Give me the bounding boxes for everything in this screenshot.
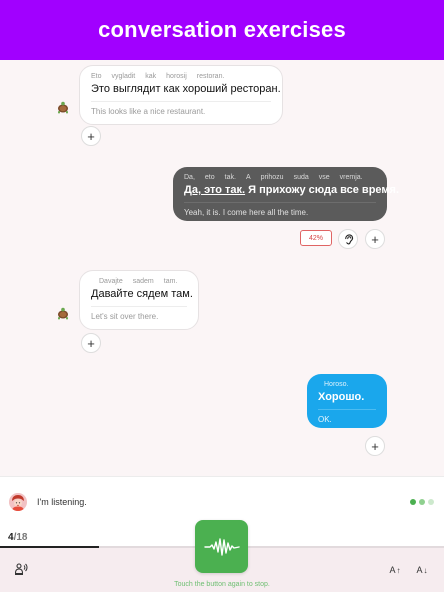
- ear-icon: [344, 233, 353, 244]
- transliteration-row: Horoso.: [318, 381, 376, 388]
- indicator-dot: [410, 499, 416, 505]
- russian-text: Это выглядит как хороший ресторан.: [91, 83, 281, 95]
- russian-phrase: Давайте сядем там.: [91, 288, 193, 300]
- transliteration-row: Da, eto tak. A prihozu suda vse vremja.: [184, 174, 376, 181]
- plus-icon: +: [87, 335, 95, 351]
- plus-icon: +: [371, 231, 379, 247]
- add-phrase-button[interactable]: +: [365, 436, 385, 456]
- translit-word: prihozu: [260, 174, 284, 181]
- speaker-settings-button[interactable]: [13, 561, 29, 577]
- russian-text: Да, это так. Я прихожу сюда все время.: [184, 184, 399, 196]
- russian-phrase: Это выглядит как хороший ресторан.: [91, 83, 281, 95]
- plus-icon: +: [87, 128, 95, 144]
- english-translation: Yeah, it is. I come here all the time.: [184, 208, 309, 217]
- font-increase-button[interactable]: A ↑: [386, 563, 404, 577]
- russian-text: Давайте сядем там.: [91, 288, 193, 300]
- progress-counter: 4/18: [8, 532, 27, 543]
- listening-status-text: I'm listening.: [37, 497, 87, 507]
- divider: [318, 409, 376, 410]
- indicator-dot: [428, 499, 434, 505]
- divider: [91, 101, 271, 102]
- plus-icon: +: [371, 438, 379, 454]
- add-phrase-button[interactable]: +: [365, 229, 385, 249]
- listen-button[interactable]: [338, 229, 358, 249]
- translit-word: restoran.: [196, 73, 225, 80]
- translit-word: tak.: [224, 174, 236, 181]
- translit-word: sadem: [132, 278, 154, 285]
- message-bubble-1[interactable]: Eto vygladit kak horosij restoran. Это в…: [79, 65, 283, 125]
- translit-word: eto: [204, 174, 215, 181]
- translit-word: vremja.: [339, 174, 363, 181]
- translit-word: suda: [293, 174, 309, 181]
- message-bubble-2[interactable]: Da, eto tak. A prihozu suda vse vremja. …: [173, 167, 399, 221]
- transliteration-row: Eto vygladit kak horosij restoran.: [91, 73, 271, 80]
- translit-word: A: [245, 174, 251, 181]
- translit-word: tam.: [163, 278, 178, 285]
- font-increase-icon: ↑: [396, 565, 401, 575]
- speaker-settings-icon: [14, 563, 28, 575]
- divider: [184, 202, 376, 203]
- english-translation: OK.: [318, 415, 332, 424]
- font-decrease-button[interactable]: A ↓: [413, 563, 431, 577]
- add-phrase-button[interactable]: +: [81, 126, 101, 146]
- translit-word: vse: [318, 174, 330, 181]
- translit-word: kak: [145, 73, 157, 80]
- font-decrease-icon: ↓: [423, 565, 428, 575]
- divider: [91, 306, 187, 307]
- translit-word: Horoso.: [324, 381, 349, 388]
- russian-phrase: Я прихожу сюда все время.: [245, 184, 399, 196]
- message-bubble-4[interactable]: Horoso. Хорошо. OK.: [307, 374, 387, 428]
- chat-area[interactable]: Eto vygladit kak horosij restoran. Это в…: [0, 60, 444, 476]
- progress-total: /18: [13, 532, 28, 543]
- translit-word: vygladit: [111, 73, 136, 80]
- indicator-dot: [419, 499, 425, 505]
- waveform-icon: [203, 537, 240, 556]
- recording-hint: Touch the button again to stop.: [174, 581, 270, 588]
- transliteration-row: Davajte sadem tam.: [91, 278, 187, 285]
- translit-word: horosij: [166, 73, 187, 80]
- page-title: conversation exercises: [98, 17, 346, 42]
- add-phrase-button[interactable]: +: [81, 333, 101, 353]
- progress-bar-fill: [0, 546, 99, 548]
- russian-phrase-underlined: Да, это так.: [184, 184, 246, 196]
- russian-phrase: Хорошо.: [318, 391, 365, 403]
- pronunciation-score-badge[interactable]: 42%: [300, 230, 332, 246]
- font-size-label: A: [389, 565, 396, 575]
- tutor-face-icon: [9, 493, 27, 511]
- translit-word: Eto: [91, 73, 102, 80]
- header-banner: conversation exercises: [0, 0, 444, 60]
- turtle-avatar-icon: [58, 101, 68, 114]
- tutor-avatar: [9, 493, 27, 511]
- listening-indicator: [410, 499, 434, 505]
- turtle-avatar-icon: [58, 307, 68, 320]
- russian-text: Хорошо.: [318, 391, 376, 403]
- record-button[interactable]: [195, 520, 248, 573]
- translit-word: Da,: [184, 174, 195, 181]
- english-translation: Let's sit over there.: [91, 312, 159, 321]
- message-bubble-3[interactable]: Davajte sadem tam. Давайте сядем там. Le…: [79, 270, 199, 330]
- translit-word: Davajte: [99, 278, 123, 285]
- font-size-label: A: [416, 565, 423, 575]
- english-translation: This looks like a nice restaurant.: [91, 107, 206, 116]
